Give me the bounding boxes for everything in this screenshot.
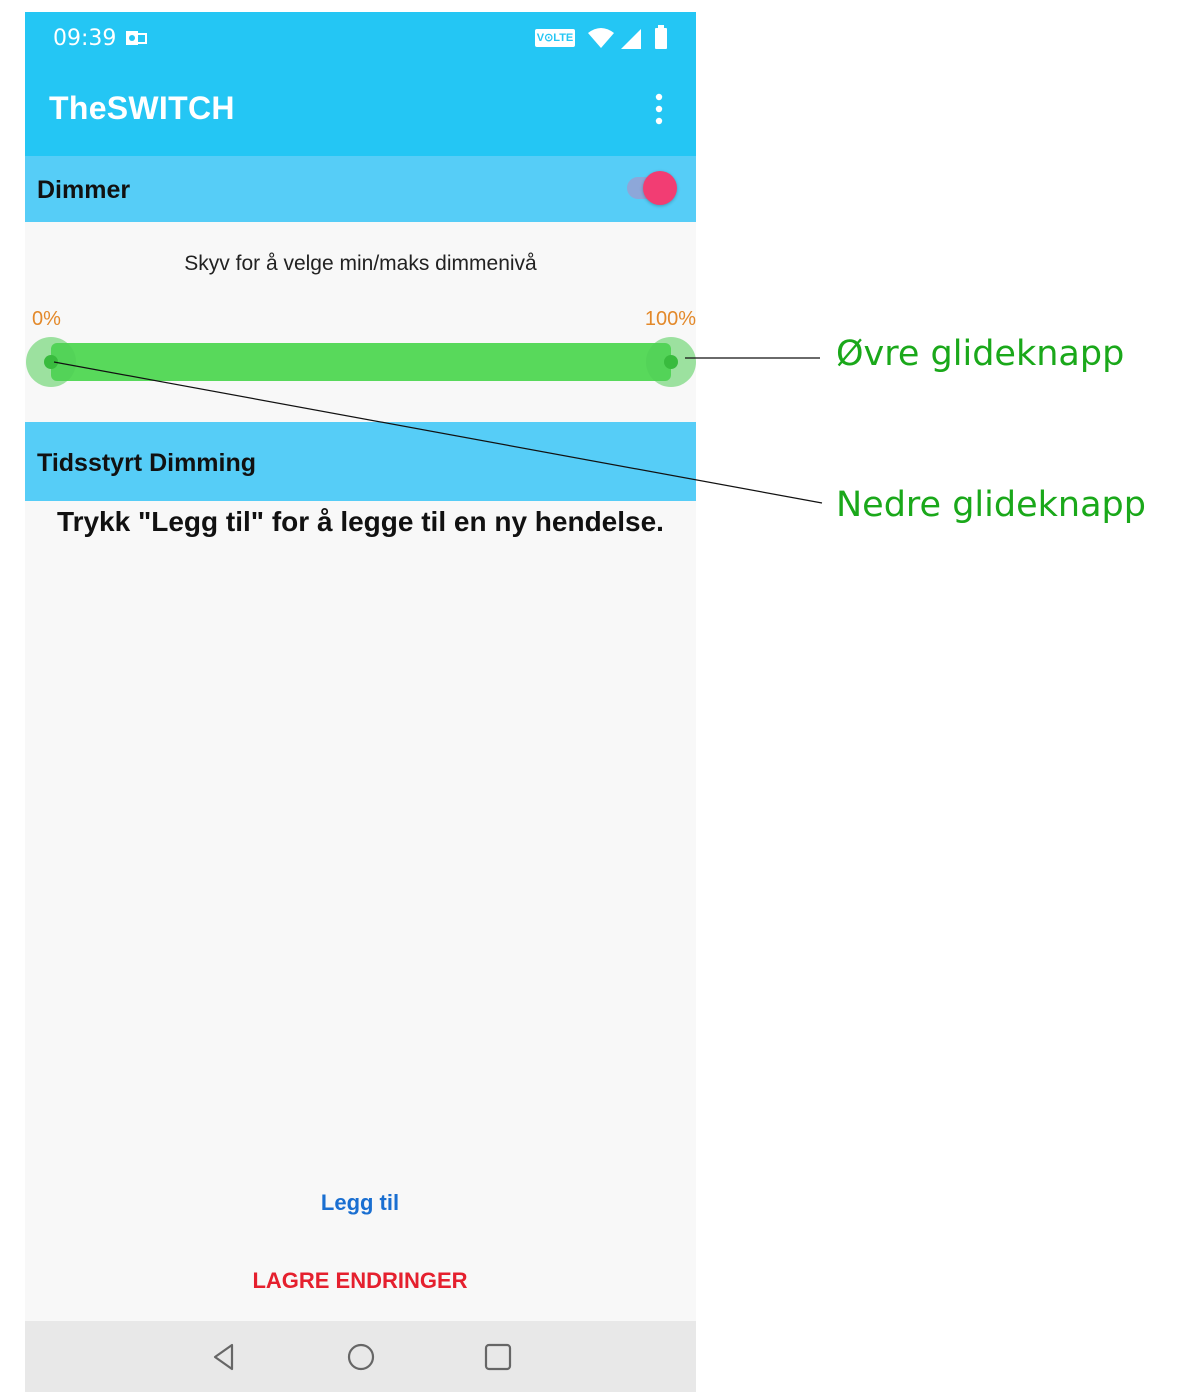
slider-max-label: 100% [644, 308, 696, 330]
scheduled-dimming-header: Tidsstyrt Dimming [25, 422, 696, 501]
app-bar: TheSWITCH [25, 66, 696, 156]
save-changes-button[interactable]: LAGRE ENDRINGER [210, 1260, 510, 1302]
recents-icon[interactable] [480, 1339, 516, 1375]
dimmer-toggle-switch[interactable] [625, 171, 681, 205]
slider-hint: Skyv for å velge min/maks dimmenivå [184, 252, 537, 275]
signal-icon [621, 29, 641, 49]
battery-icon [655, 25, 667, 49]
empty-events-message: Trykk "Legg til" for å legge til en ny h… [57, 506, 664, 537]
home-icon[interactable] [343, 1339, 379, 1375]
back-icon[interactable] [206, 1339, 242, 1375]
range-slider-track[interactable] [51, 343, 671, 381]
switch-thumb[interactable] [643, 171, 677, 205]
upper-knob-callout-label: Øvre glideknapp [836, 334, 1125, 374]
upper-knob-core [664, 355, 678, 369]
volte-badge: V⊙LTE [535, 29, 575, 47]
status-bar: 09:39 V⊙LTE [25, 12, 696, 66]
add-event-button[interactable]: Legg til [260, 1182, 460, 1224]
phone-screen: 09:39 V⊙LTE TheSWITCH Dimmer Skyv for å … [25, 12, 696, 1392]
lower-knob-callout-label: Nedre glideknapp [836, 485, 1146, 525]
dimmer-header: Dimmer [25, 156, 696, 222]
wifi-icon [588, 28, 614, 48]
slider-min-label: 0% [32, 308, 61, 330]
app-title: TheSWITCH [49, 90, 235, 126]
overflow-menu-icon[interactable] [649, 92, 669, 126]
outlook-notification-icon [126, 31, 147, 45]
system-nav-bar [25, 1321, 696, 1392]
lower-slider-knob[interactable] [26, 337, 76, 387]
status-time: 09:39 [53, 26, 117, 51]
lower-knob-core [44, 355, 58, 369]
scheduled-dimming-title: Tidsstyrt Dimming [37, 449, 257, 477]
screenshot-root: 09:39 V⊙LTE TheSWITCH Dimmer Skyv for å … [0, 0, 1194, 1392]
dimmer-panel: Skyv for å velge min/maks dimmenivå 0% 1… [25, 222, 696, 422]
dimmer-title: Dimmer [37, 176, 131, 204]
upper-slider-knob[interactable] [646, 337, 696, 387]
